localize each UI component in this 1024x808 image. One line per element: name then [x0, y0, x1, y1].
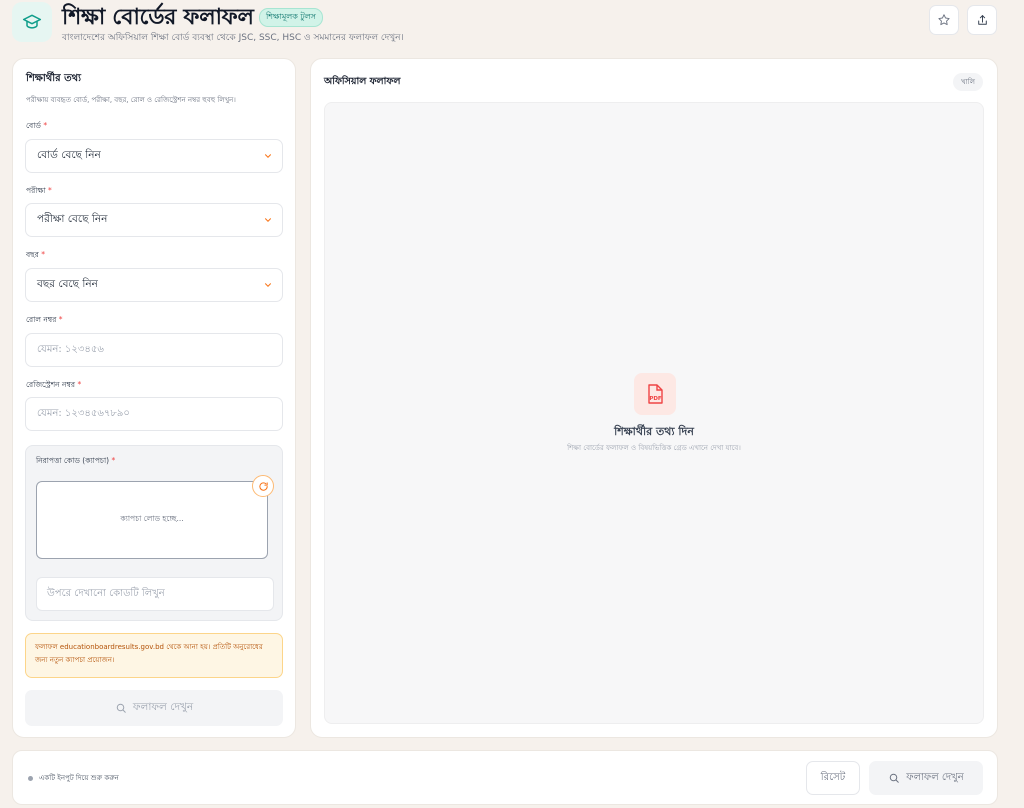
- search-icon: [116, 703, 126, 713]
- favorite-button[interactable]: [929, 5, 959, 35]
- source-notice: ফলাফল educationboardresults.gov.bd থেকে …: [25, 633, 283, 678]
- category-badge: শিক্ষামূলক টুলস: [259, 8, 323, 27]
- bottom-view-result-button[interactable]: ফলাফল দেখুন: [869, 761, 983, 795]
- year-label: বছর *: [26, 250, 45, 259]
- board-select[interactable]: বোর্ড বেছে নিন: [25, 139, 283, 173]
- status-dot-icon: [28, 775, 33, 781]
- search-icon: [890, 773, 900, 783]
- empty-state-subtitle: শিক্ষা বোর্ডের ফলাফল ও বিষয়ভিত্তিক গ্রে…: [567, 444, 741, 452]
- chevron-down-icon: [264, 218, 272, 222]
- reset-button[interactable]: রিসেট: [806, 761, 860, 795]
- result-panel-title: অফিসিয়াল ফলাফল: [324, 76, 401, 87]
- page-header: শিক্ষা বোর্ডের ফলাফল শিক্ষামূলক টুলস বাং…: [12, 2, 998, 44]
- captcha-label: নিরাপত্তা কোড (ক্যাপচা) *: [36, 456, 116, 465]
- result-panel: অফিসিয়াল ফলাফল খালি PDF শিক্ষার্থীর তথ্…: [310, 58, 998, 738]
- exam-select[interactable]: পরীক্ষা বেছে নিন: [25, 203, 283, 237]
- refresh-captcha-button[interactable]: [252, 475, 274, 497]
- captcha-section: নিরাপত্তা কোড (ক্যাপচা) * ক্যাপচা লোড হচ…: [25, 445, 283, 621]
- chevron-down-icon: [264, 283, 272, 287]
- page-subtitle: বাংলাদেশের অফিসিয়াল শিক্ষা বোর্ড ব্যবস্…: [62, 33, 404, 43]
- section-description: পরীক্ষায় ব্যবহৃত বোর্ড, পরীক্ষা, বছর, র…: [26, 96, 236, 104]
- view-result-button[interactable]: ফলাফল দেখুন: [25, 690, 283, 726]
- bottom-action-bar: একটি ইনপুট দিয়ে শুরু করুন রিসেট ফলাফল দ…: [12, 750, 998, 805]
- empty-state-title: শিক্ষার্থীর তথ্য দিন: [614, 425, 694, 438]
- year-select[interactable]: বছর বেছে নিন: [25, 268, 283, 302]
- pdf-icon: PDF: [634, 373, 676, 415]
- roll-input[interactable]: যেমন: ১২৩৪৫৬: [25, 333, 283, 367]
- graduation-cap-icon: [12, 2, 52, 42]
- captcha-image: ক্যাপচা লোড হচ্ছে...: [36, 481, 268, 559]
- svg-text:PDF: PDF: [649, 396, 662, 402]
- board-label: বোর্ড *: [26, 121, 48, 130]
- share-icon: [977, 14, 987, 25]
- captcha-input[interactable]: উপরে দেখানো কোডটি লিখুন: [36, 577, 274, 611]
- status-text: একটি ইনপুট দিয়ে শুরু করুন: [28, 772, 119, 784]
- roll-label: রোল নম্বর *: [26, 315, 63, 324]
- registration-input[interactable]: যেমন: ১২৩৪৫৬৭৮৯০: [25, 397, 283, 431]
- star-icon: [938, 14, 950, 26]
- result-viewer: PDF শিক্ষার্থীর তথ্য দিন শিক্ষা বোর্ডের …: [324, 102, 984, 724]
- registration-label: রেজিস্ট্রেশন নম্বর *: [26, 380, 82, 389]
- share-button[interactable]: [967, 5, 997, 35]
- section-title: শিক্ষার্থীর তথ্য: [26, 73, 81, 84]
- chevron-down-icon: [264, 154, 272, 158]
- exam-label: পরীক্ষা *: [26, 186, 52, 195]
- status-badge: খালি: [953, 73, 983, 91]
- student-info-panel: শিক্ষার্থীর তথ্য পরীক্ষায় ব্যবহৃত বোর্ড…: [12, 58, 296, 738]
- refresh-icon: [258, 481, 268, 491]
